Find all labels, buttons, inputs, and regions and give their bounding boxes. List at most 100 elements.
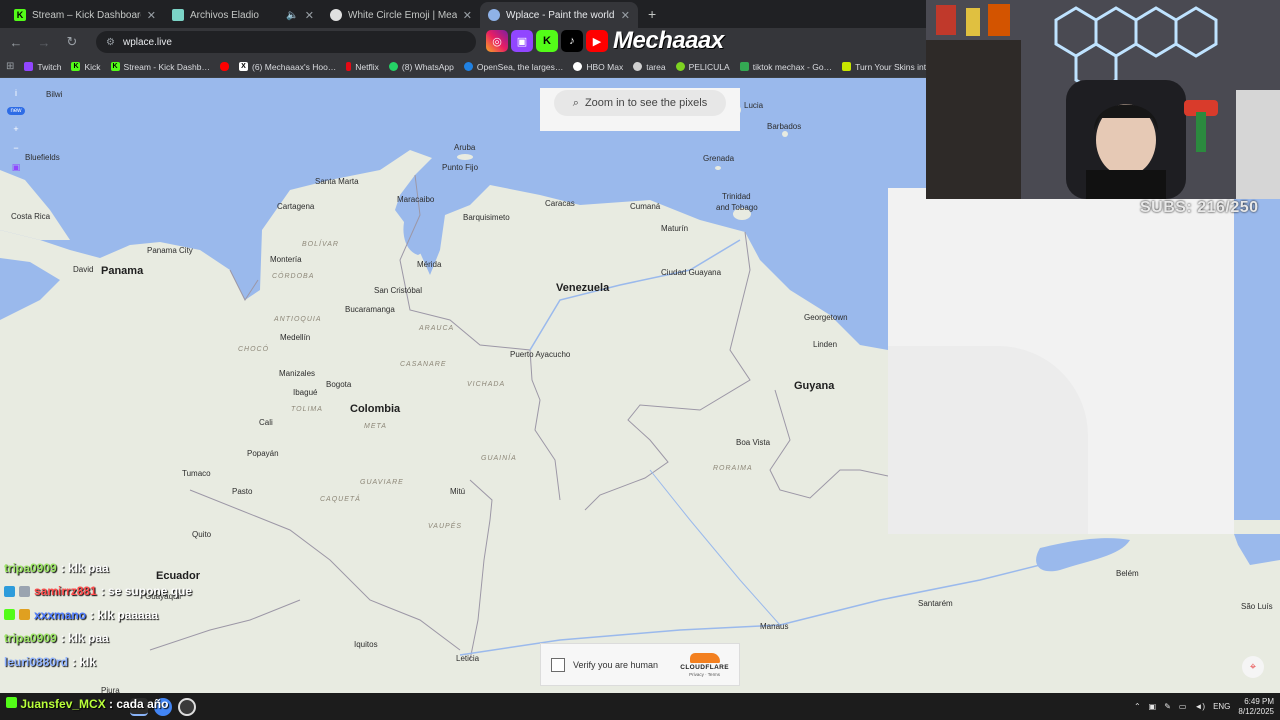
map-label: Boa Vista [736, 438, 771, 447]
twitch-icon [24, 62, 34, 71]
tray-chevron-icon[interactable]: ⌃ [1134, 702, 1141, 711]
map-label: Bilwi [46, 90, 63, 99]
map-label: Bluefields [25, 153, 60, 162]
site-info-icon[interactable]: ⚙ [106, 37, 115, 48]
cloudflare-logo: CLOUDFLARE Privacy · Terms [680, 652, 729, 677]
tab-wplace[interactable]: Wplace - Paint the world ✕ [480, 2, 638, 28]
map-label: Panama [101, 265, 144, 277]
youtube-icon [220, 62, 229, 71]
obs-app-icon[interactable] [178, 697, 196, 716]
forward-icon[interactable]: → [34, 35, 54, 50]
streamer-brand-overlay: ◎ ▣ K ♪ ▶ Mechaaax [486, 27, 746, 55]
chat-message: leuri0880rd : klk [4, 650, 264, 674]
zoom-in-icon: ⌕ [572, 96, 579, 109]
map-label: and Tobago [716, 203, 758, 212]
map-label: VAUPÉS [428, 523, 463, 530]
bookmark-youtube[interactable] [220, 62, 229, 71]
speaker-icon[interactable]: 🔈 [286, 10, 298, 21]
map-label: CAQUETÁ [320, 496, 361, 503]
chat-user: samirrz881 [34, 584, 97, 599]
zoom-hint-pill[interactable]: ⌕ Zoom in to see the pixels [554, 90, 726, 116]
map-label: GUAINÍA [481, 455, 517, 462]
close-icon[interactable]: ✕ [305, 9, 314, 22]
map-label: David [73, 265, 94, 274]
address-bar[interactable]: ⚙ wplace.live [96, 31, 476, 53]
map-label: Manaus [760, 622, 789, 631]
bookmark-tiktok-mechax[interactable]: tiktok mechax - Go… [739, 62, 832, 72]
locate-button[interactable]: ⌖ [1242, 656, 1264, 678]
map-label: Caracas [545, 199, 575, 208]
brand-name: Mechaaax [613, 27, 724, 54]
map-label: Montería [270, 255, 302, 264]
map-label: San Cristóbal [374, 286, 423, 295]
tray-app-icon[interactable]: ▣ [1149, 702, 1157, 711]
bookmark-hbo-max[interactable]: HBO Max [573, 62, 623, 72]
tab-white-circle-emoji[interactable]: White Circle Emoji | Meanin… ✕ [322, 2, 480, 28]
network-icon[interactable]: ▭ [1179, 702, 1187, 711]
new-badge: new [7, 107, 25, 115]
map-label: Mitú [450, 487, 466, 496]
skins-icon [842, 62, 852, 71]
map-label: Costa Rica [11, 212, 51, 221]
close-icon[interactable]: ✕ [621, 9, 630, 22]
bookmark-kick[interactable]: K Kick [71, 62, 101, 72]
sub-badge-icon [19, 609, 30, 621]
verify-checkbox[interactable] [551, 657, 565, 672]
tab-title: Wplace - Paint the world [506, 9, 615, 21]
bookmark-x[interactable]: X (6) Mechaaax's Hoo… [239, 62, 336, 72]
keyboard-language[interactable]: ENG [1213, 702, 1230, 711]
twitch-icon[interactable]: ▣ [12, 162, 21, 173]
bookmarks-bar: ⊞ Twitch K Kick K Stream - Kick Dashb… X (6… [0, 56, 926, 78]
tab-kick-dashboard[interactable]: K Stream – Kick Dashboard ✕ [6, 2, 164, 28]
minus-icon[interactable]: − [13, 143, 18, 153]
island-barbados [782, 131, 788, 137]
opensea-icon [463, 62, 473, 71]
unloaded-map-region [888, 188, 1234, 534]
bookmark-kick-dashboard[interactable]: K Stream - Kick Dashb… [110, 62, 210, 72]
bookmark-whatsapp[interactable]: (8) WhatsApp [388, 62, 454, 72]
bookmark-netflix[interactable]: Netflix [346, 62, 379, 72]
shelf-toy [936, 5, 956, 35]
x-icon: X [239, 62, 248, 71]
bookmark-opensea[interactable]: OpenSea, the larges… [463, 62, 563, 72]
tray-pen-icon[interactable]: ✎ [1164, 702, 1171, 711]
map-label: Maturín [661, 224, 689, 233]
map-label: Iquitos [354, 640, 378, 649]
shelf [926, 40, 1021, 199]
verify-label: Verify you are human [573, 659, 659, 670]
kick-icon: K [536, 30, 558, 52]
clock[interactable]: 6:49 PM 8/12/2025 [1238, 697, 1274, 717]
bookmark-turn-your-skins[interactable]: Turn Your Skins int… [842, 62, 926, 72]
captcha-legal-links[interactable]: Privacy · Terms [689, 672, 720, 677]
bookmark-twitch[interactable]: Twitch [24, 62, 61, 72]
close-icon[interactable]: ✕ [463, 9, 472, 22]
tab-archivos-eladio[interactable]: Archivos Eladio 🔈 ✕ [164, 2, 322, 28]
webcam-feed [926, 0, 1280, 199]
back-icon[interactable]: ← [6, 35, 26, 50]
chat-text: : klk [72, 654, 97, 669]
map-label: Cartagena [277, 202, 315, 211]
docs-icon [172, 9, 184, 21]
map-label: TOLIMA [291, 406, 323, 413]
webcam-scene [926, 0, 1280, 199]
reload-icon[interactable]: ↻ [62, 34, 82, 50]
shelf-toy-2 [966, 8, 980, 36]
new-tab-button[interactable]: + [638, 6, 666, 28]
bookmark-tarea[interactable]: tarea [633, 62, 666, 72]
map-label: CÓRDOBA [272, 273, 315, 280]
apps-grid-icon[interactable]: ⊞ [6, 61, 14, 72]
map-label: Belém [1116, 569, 1139, 578]
bookmark-pelicula[interactable]: PELICULA [675, 62, 730, 72]
room-door [1236, 90, 1280, 199]
zoom-hint-text: Zoom in to see the pixels [584, 97, 708, 109]
plus-icon[interactable]: + [13, 124, 18, 134]
chat-text: : klk paa [60, 560, 109, 575]
volume-icon[interactable]: ◄) [1194, 702, 1205, 711]
island-grenada [715, 166, 721, 170]
chat-message: tripa0909 : klk paa [4, 556, 264, 580]
close-icon[interactable]: ✕ [147, 9, 156, 22]
map-label: Cali [259, 418, 273, 427]
map-label: Ciudad Guayana [661, 268, 722, 277]
info-icon[interactable]: i [15, 88, 17, 98]
twitch-icon: ▣ [511, 30, 533, 52]
